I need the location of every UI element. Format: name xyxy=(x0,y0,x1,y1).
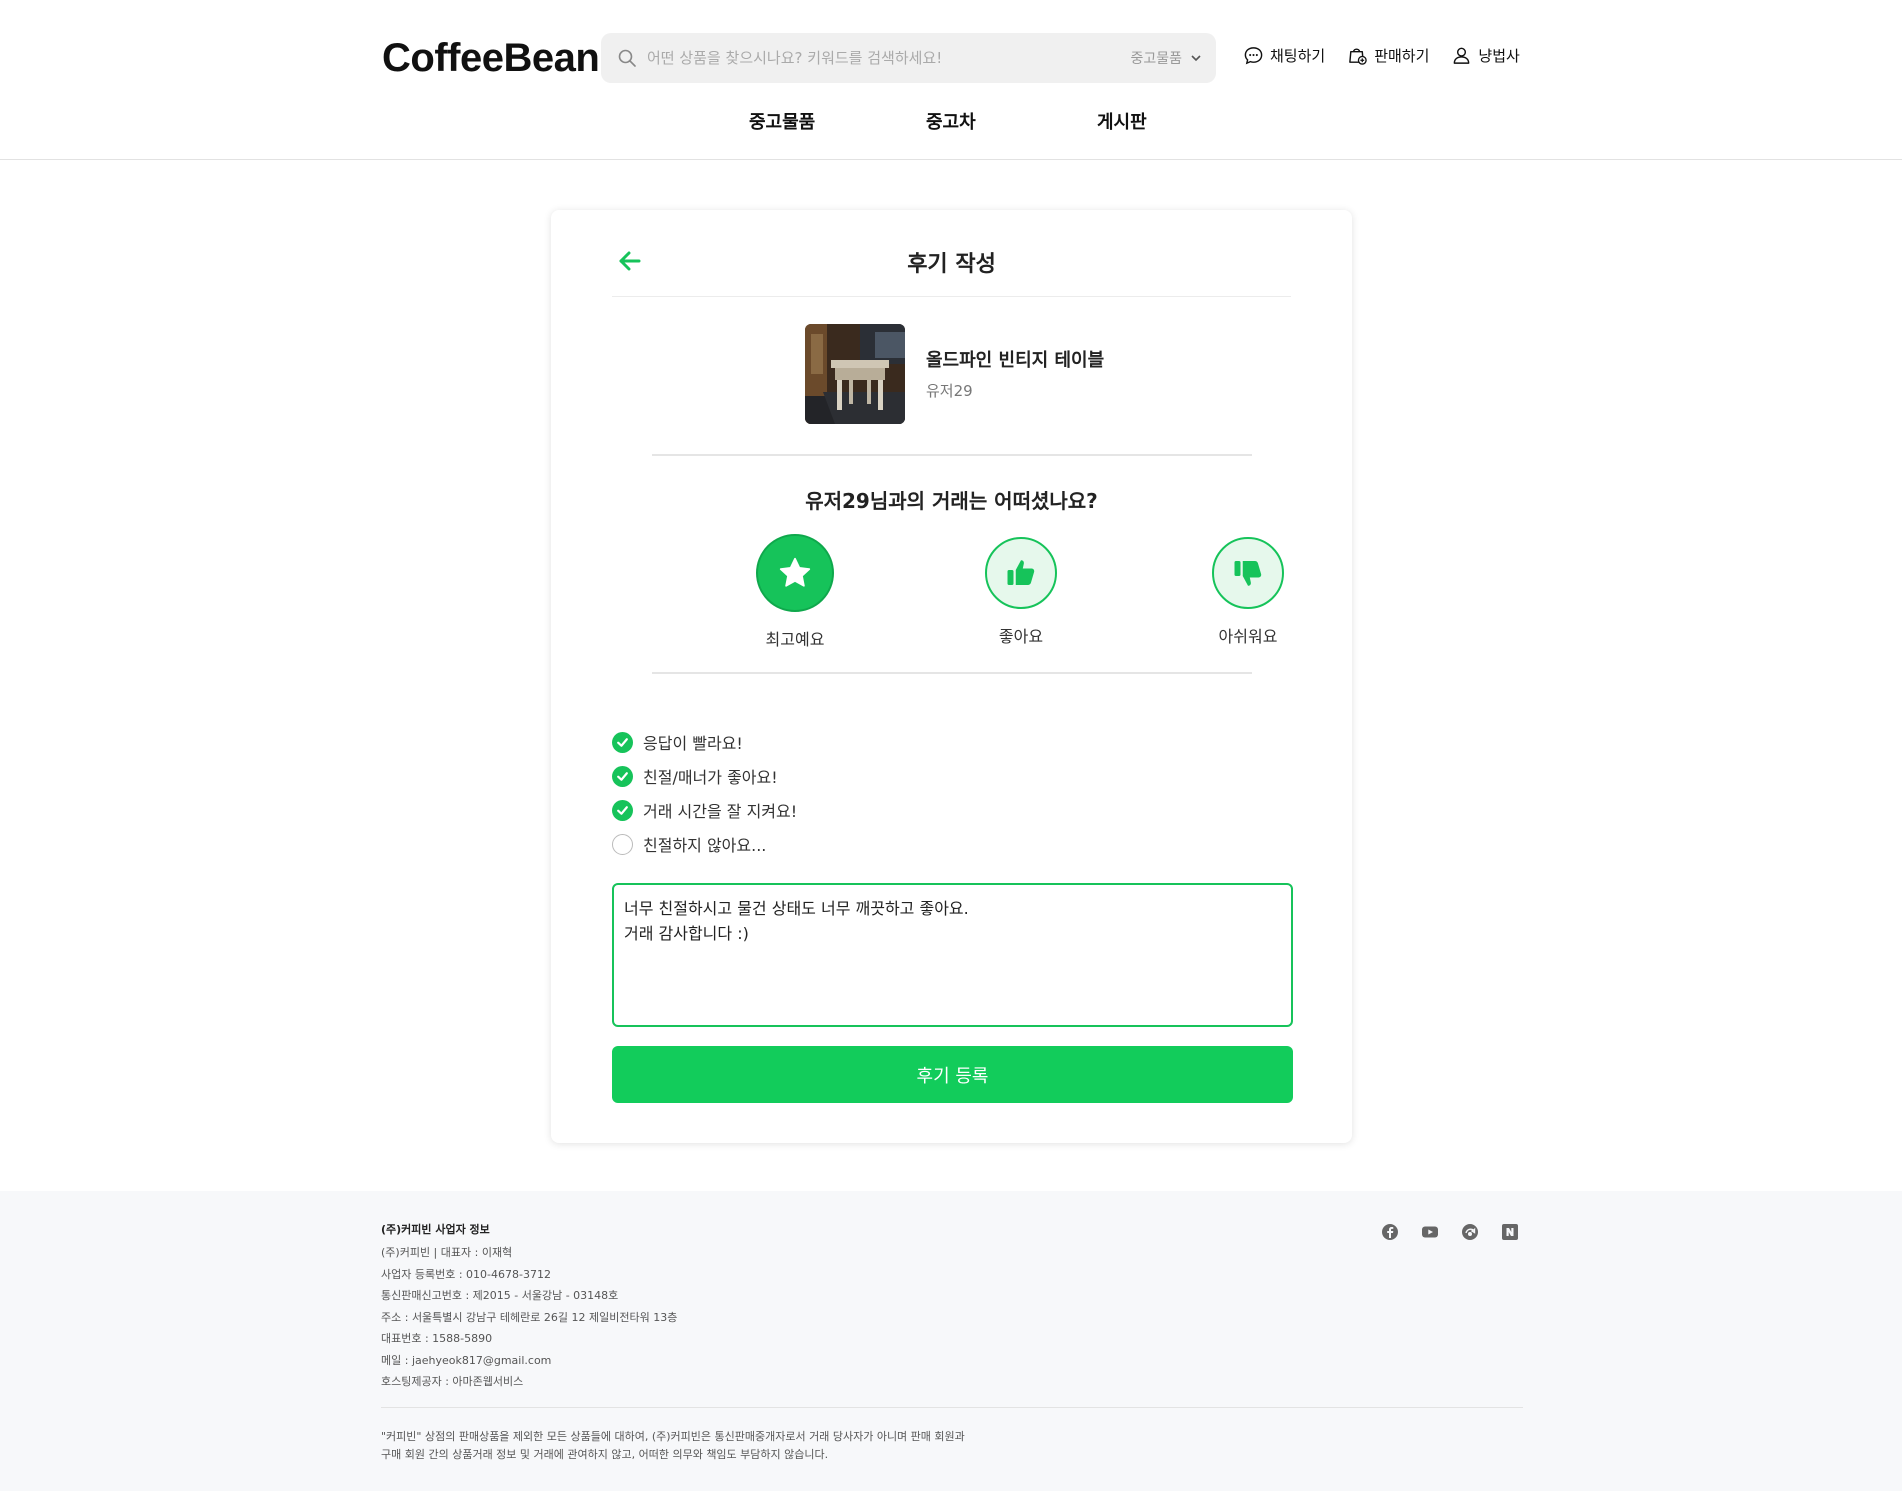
submit-review-button[interactable]: 후기 등록 xyxy=(612,1046,1293,1103)
rating-best-label: 최고예요 xyxy=(765,630,825,649)
nav-board[interactable]: 게시판 xyxy=(1097,108,1147,134)
business-info-line: (주)커피빈 | 대표자 : 이재혁 xyxy=(381,1246,513,1259)
empty-circle-icon[interactable] xyxy=(612,833,633,855)
business-info-line: 사업자 등록번호 : 010-4678-3712 xyxy=(381,1267,551,1281)
thumbs-down-icon xyxy=(1234,561,1262,586)
business-info: (주)커피빈 사업자 정보 (주)커피빈 | 대표자 : 이재혁 사업자 등록번… xyxy=(381,1221,677,1393)
rating-best-circle xyxy=(756,534,834,612)
user-link-label: 냥법사 xyxy=(1478,47,1520,65)
footer-notice: "커피빈" 상점의 판매상품을 제외한 모든 상품들에 대하여, (주)커피빈은… xyxy=(381,1428,1141,1464)
rating-good[interactable]: 좋아요 xyxy=(951,534,1091,647)
divider xyxy=(652,672,1252,674)
user-link[interactable]: 냥법사 xyxy=(1451,45,1520,66)
search-input[interactable] xyxy=(647,33,1077,83)
rating-bad-label: 아쉬워요 xyxy=(1218,627,1278,646)
blog-icon[interactable] xyxy=(1461,1223,1479,1241)
user-icon xyxy=(1454,47,1470,64)
rating-bad[interactable]: 아쉬워요 xyxy=(1178,534,1318,647)
business-info-line: 메일 : jaehyeok817@gmail.com xyxy=(381,1353,552,1367)
rating-bad-circle xyxy=(1212,537,1284,609)
chat-link-label: 채팅하기 xyxy=(1270,47,1326,65)
chat-link[interactable]: 채팅하기 xyxy=(1243,45,1325,66)
search-icon xyxy=(618,49,636,67)
site-footer: (주)커피빈 사업자 정보 (주)커피빈 | 대표자 : 이재혁 사업자 등록번… xyxy=(0,1191,1902,1491)
seller-name: 유저29 xyxy=(926,382,973,400)
business-info-title: (주)커피빈 사업자 정보 xyxy=(381,1223,490,1236)
divider xyxy=(652,454,1252,456)
nav-used-goods[interactable]: 중고물품 xyxy=(749,108,815,134)
page-title: 후기 작성 xyxy=(907,252,996,277)
checklist-item-label: 거래 시간을 잘 지켜요! xyxy=(643,802,798,821)
checklist-item-label: 응답이 빨라요! xyxy=(643,734,743,753)
business-info-line: 호스팅제공자 : 아마존웹서비스 xyxy=(381,1375,524,1388)
business-info-line: 통신판매신고번호 : 제2015 - 서울강남 - 03148호 xyxy=(381,1289,619,1302)
divider xyxy=(612,296,1291,297)
review-checklist: 응답이 빨라요! 친절/매너가 좋아요! 거래 시간을 잘 지켜요! 친절하지 … xyxy=(612,725,797,861)
business-info-line: 주소 : 서울특별시 강남구 테헤란로 26길 12 제일비전타워 13층 xyxy=(381,1310,678,1324)
check-circle-icon[interactable] xyxy=(612,731,633,753)
nav-used-cars[interactable]: 중고차 xyxy=(926,108,976,134)
footer-notice-line: "커피빈" 상점의 판매상품을 제외한 모든 상품들에 대하여, (주)커피빈은… xyxy=(381,1430,965,1443)
sell-link[interactable]: 판매하기 xyxy=(1347,45,1429,66)
rating-question: 유저29님과의 거래는 어떠셨나요? xyxy=(805,489,1098,513)
product-thumbnail[interactable] xyxy=(805,324,905,424)
social-links xyxy=(1381,1223,1519,1241)
rating-good-circle xyxy=(985,537,1057,609)
site-header: CoffeeBean 중고물품 채팅하기 xyxy=(0,0,1902,160)
sell-bag-icon xyxy=(1349,48,1367,65)
footer-notice-line: 구매 회원 간의 상품거래 정보 및 거래에 관여하지 않고, 어떠한 의무와 … xyxy=(381,1448,829,1461)
rating-best[interactable]: 최고예요 xyxy=(725,534,865,650)
facebook-icon[interactable] xyxy=(1381,1223,1399,1241)
chat-icon xyxy=(1244,47,1263,65)
youtube-icon[interactable] xyxy=(1421,1223,1439,1241)
checklist-item[interactable]: 거래 시간을 잘 지켜요! xyxy=(612,793,797,827)
checklist-item[interactable]: 응답이 빨라요! xyxy=(612,725,797,759)
naver-icon[interactable] xyxy=(1501,1223,1519,1241)
logo[interactable]: CoffeeBean xyxy=(382,36,600,81)
review-textarea[interactable]: 너무 친절하시고 물건 상태도 너무 깨끗하고 좋아요. 거래 감사합니다 :) xyxy=(612,883,1293,1027)
search-category-label: 중고물품 xyxy=(1130,51,1182,67)
divider xyxy=(381,1407,1523,1408)
checklist-item[interactable]: 친절하지 않아요... xyxy=(612,827,797,861)
thumbs-up-icon xyxy=(1007,560,1035,585)
sell-link-label: 판매하기 xyxy=(1374,47,1430,65)
search-bar: 중고물품 xyxy=(601,33,1216,83)
chevron-down-icon xyxy=(1191,55,1201,62)
check-circle-icon[interactable] xyxy=(612,765,633,787)
header-links: 채팅하기 판매하기 냥법사 xyxy=(1243,45,1520,66)
check-circle-icon[interactable] xyxy=(612,799,633,821)
search-category-select[interactable]: 중고물품 xyxy=(1130,33,1202,83)
review-card: 후기 작성 올드파인 빈티지 테이블 유저29 유저29님과의 거래는 어떠셨나… xyxy=(551,210,1352,1143)
star-icon xyxy=(779,557,811,587)
rating-good-label: 좋아요 xyxy=(998,627,1044,646)
business-info-line: 대표번호 : 1588-5890 xyxy=(381,1332,493,1345)
checklist-item-label: 친절하지 않아요... xyxy=(643,836,767,855)
checklist-item-label: 친절/매너가 좋아요! xyxy=(643,768,778,787)
checklist-item[interactable]: 친절/매너가 좋아요! xyxy=(612,759,797,793)
product-name[interactable]: 올드파인 빈티지 테이블 xyxy=(926,346,1104,372)
